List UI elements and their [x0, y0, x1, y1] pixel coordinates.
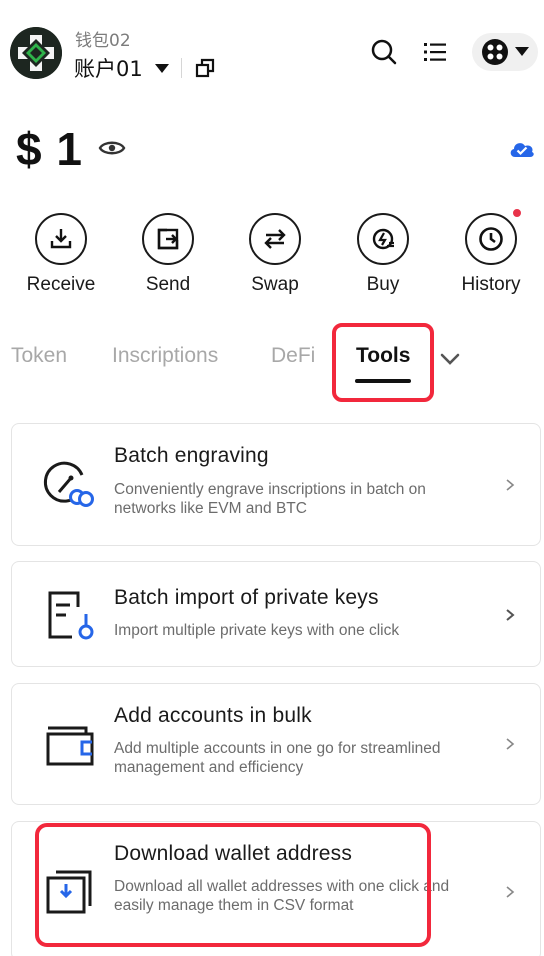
wallet-icon [46, 726, 94, 766]
eye-icon[interactable] [98, 136, 126, 160]
tab-defi[interactable]: DeFi [271, 344, 315, 368]
history-button[interactable]: History [441, 207, 541, 296]
receive-label: Receive [26, 274, 96, 295]
caret-down-icon [515, 47, 529, 56]
swap-circle[interactable] [249, 213, 301, 265]
header: 钱包02 账户01 [0, 0, 544, 100]
chevron-right-icon [506, 609, 515, 621]
send-label: Send [145, 274, 191, 295]
buy-icon [372, 228, 394, 250]
wallet-avatar-icon [10, 27, 62, 79]
send-icon [157, 228, 179, 250]
buy-button[interactable]: Buy [333, 213, 433, 296]
receive-button[interactable]: Receive [11, 213, 111, 296]
caret-down-icon[interactable] [154, 63, 169, 73]
card-title: Add accounts in bulk [114, 704, 312, 727]
tab-inscriptions[interactable]: Inscriptions [112, 344, 218, 368]
tool-card-batch-import[interactable]: Batch import of private keys Import mult… [11, 561, 541, 667]
copy-icon[interactable] [194, 57, 216, 79]
card-title: Batch import of private keys [114, 586, 379, 609]
card-description: Import multiple private keys with one cl… [114, 622, 400, 639]
tool-card-add-accounts[interactable]: Add accounts in bulk Add multiple accoun… [11, 683, 541, 805]
chevron-down-icon[interactable] [438, 347, 462, 371]
send-circle[interactable] [142, 213, 194, 265]
tab-token[interactable]: Token [11, 344, 67, 368]
apps-menu-button[interactable] [472, 33, 538, 71]
receive-circle[interactable] [35, 213, 87, 265]
cloud-sync-icon[interactable] [508, 137, 536, 161]
notification-dot [511, 207, 523, 219]
wallet-name: 钱包02 [75, 31, 131, 51]
divider [180, 58, 182, 78]
import-keys-icon [48, 591, 94, 640]
tool-card-batch-engraving[interactable]: Batch engraving Conveniently engrave ins… [11, 423, 541, 546]
chevron-right-icon [506, 886, 515, 898]
chevron-right-icon [506, 479, 515, 491]
clock-icon [479, 227, 503, 251]
swap-label: Swap [251, 274, 299, 295]
search-icon[interactable] [370, 38, 398, 66]
history-label: History [461, 274, 521, 295]
asset-tabs: Token Inscriptions DeFi Tools [0, 330, 544, 390]
account-name[interactable]: 账户01 [74, 53, 143, 83]
apps-icon [482, 39, 508, 65]
highlight-box-tools [332, 323, 434, 402]
account-selector[interactable]: 账户01 [74, 54, 216, 82]
swap-icon [264, 229, 286, 249]
card-description: Add multiple accounts in one go for stre… [114, 740, 441, 776]
list-icon[interactable] [423, 40, 447, 64]
buy-circle[interactable] [357, 213, 409, 265]
history-circle[interactable] [465, 207, 523, 265]
batch-engraving-icon [43, 461, 94, 507]
swap-button[interactable]: Swap [225, 213, 325, 296]
card-title: Batch engraving [114, 444, 269, 467]
card-description: Conveniently engrave inscriptions in bat… [114, 481, 426, 517]
chevron-right-icon [506, 738, 515, 750]
wallet-avatar[interactable] [10, 27, 62, 79]
send-button[interactable]: Send [118, 213, 218, 296]
buy-label: Buy [366, 274, 400, 295]
highlight-box-download [35, 823, 431, 947]
total-balance: $ 1 [16, 123, 83, 175]
download-icon [50, 229, 72, 249]
